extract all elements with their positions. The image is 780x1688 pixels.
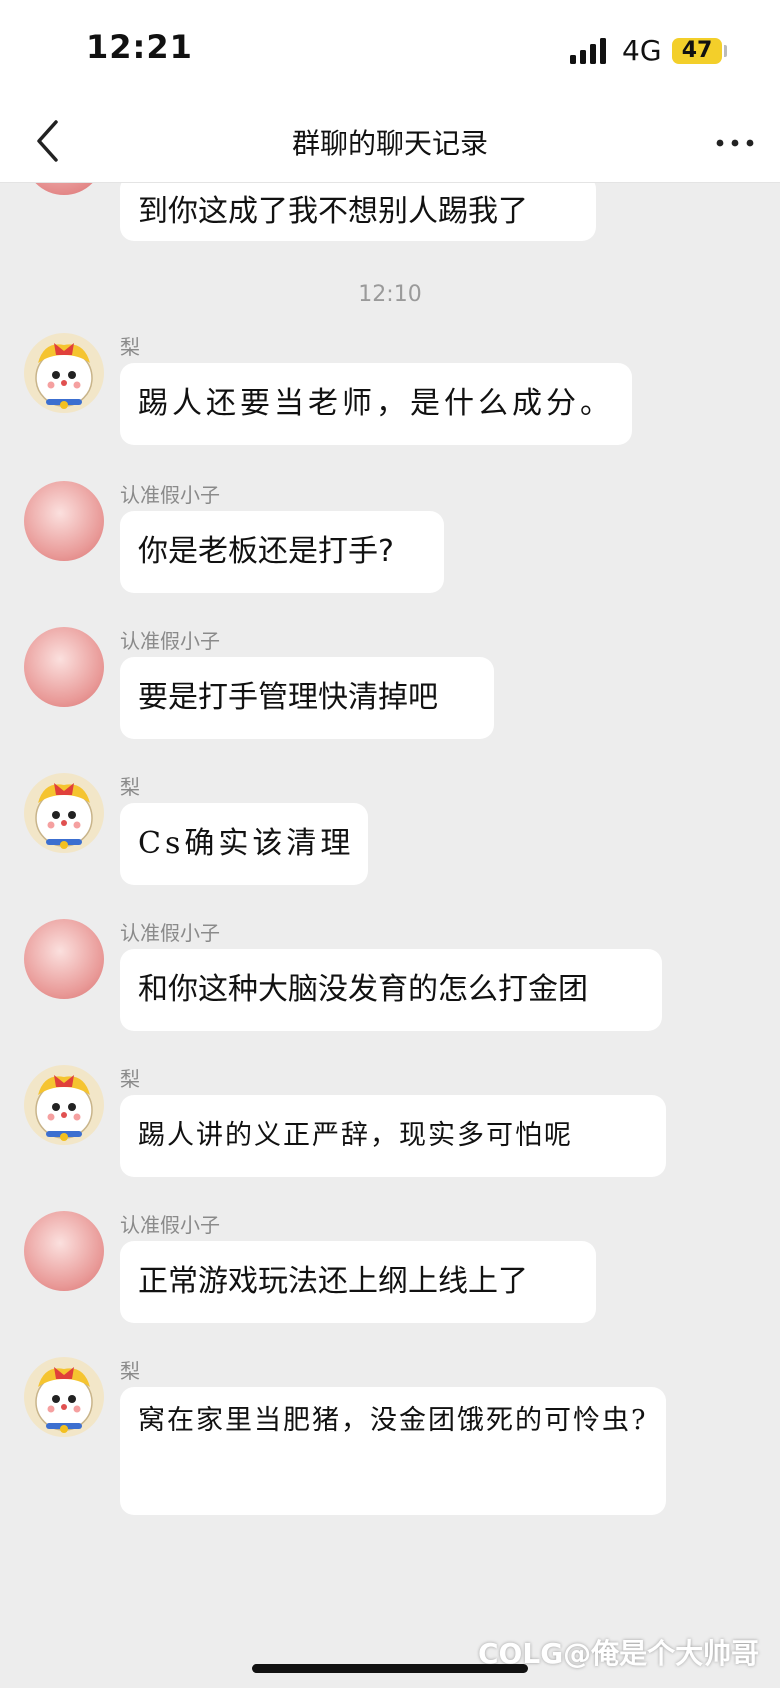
pink-avatar[interactable]	[24, 919, 104, 999]
more-options-icon[interactable]	[710, 116, 760, 166]
cartoon-cat-avatar[interactable]	[24, 333, 104, 413]
message-bubble[interactable]: 踢人还要当老师，是什么成分。	[120, 363, 632, 445]
sender-name: 梨	[120, 1359, 140, 1383]
pink-avatar[interactable]	[24, 183, 104, 195]
page-title: 群聊的聊天记录	[291, 127, 488, 160]
battery-icon: 47	[672, 38, 722, 64]
nav-bar: 群聊的聊天记录	[0, 100, 780, 183]
sender-name: 认准假小子	[120, 921, 220, 945]
sender-name: 梨	[120, 1067, 140, 1091]
message-bubble[interactable]: 你是老板还是打手?	[120, 511, 444, 593]
sender-name: 认准假小子	[120, 629, 220, 653]
status-bar: 12:21 4G 47	[0, 0, 780, 100]
cartoon-cat-avatar[interactable]	[24, 1357, 104, 1437]
network-type: 4G	[622, 34, 662, 67]
pink-avatar[interactable]	[24, 627, 104, 707]
message-bubble[interactable]: 要是打手管理快清掉吧	[120, 657, 494, 739]
battery-level: 47	[681, 38, 713, 63]
message-bubble[interactable]: 正常游戏玩法还上纲上线上了	[120, 1241, 596, 1323]
chat-history[interactable]: 到你这成了我不想别人踢我了 12:10 梨 踢人还要当老师，是什么成分。 认准假…	[0, 183, 780, 1688]
battery-cap	[724, 45, 727, 57]
sender-name: 梨	[120, 775, 140, 799]
sender-name: 认准假小子	[120, 1213, 220, 1237]
status-time: 12:21	[86, 28, 193, 66]
timestamp: 12:10	[358, 282, 422, 307]
message-bubble[interactable]: Cs确实该清理	[120, 803, 368, 885]
cartoon-cat-avatar[interactable]	[24, 773, 104, 853]
message-bubble[interactable]: 踢人讲的义正严辞，现实多可怕呢	[120, 1095, 666, 1177]
message-bubble[interactable]: 窝在家里当肥猪，没金团饿死的可怜虫?	[120, 1387, 666, 1515]
message-bubble[interactable]: 和你这种大脑没发育的怎么打金团	[120, 949, 662, 1031]
sender-name: 梨	[120, 335, 140, 359]
sender-name: 认准假小子	[120, 483, 220, 507]
signal-icon	[570, 38, 606, 64]
message-bubble[interactable]: 到你这成了我不想别人踢我了	[120, 183, 596, 241]
cartoon-cat-avatar[interactable]	[24, 1065, 104, 1145]
pink-avatar[interactable]	[24, 1211, 104, 1291]
pink-avatar[interactable]	[24, 481, 104, 561]
home-indicator[interactable]	[252, 1664, 528, 1673]
